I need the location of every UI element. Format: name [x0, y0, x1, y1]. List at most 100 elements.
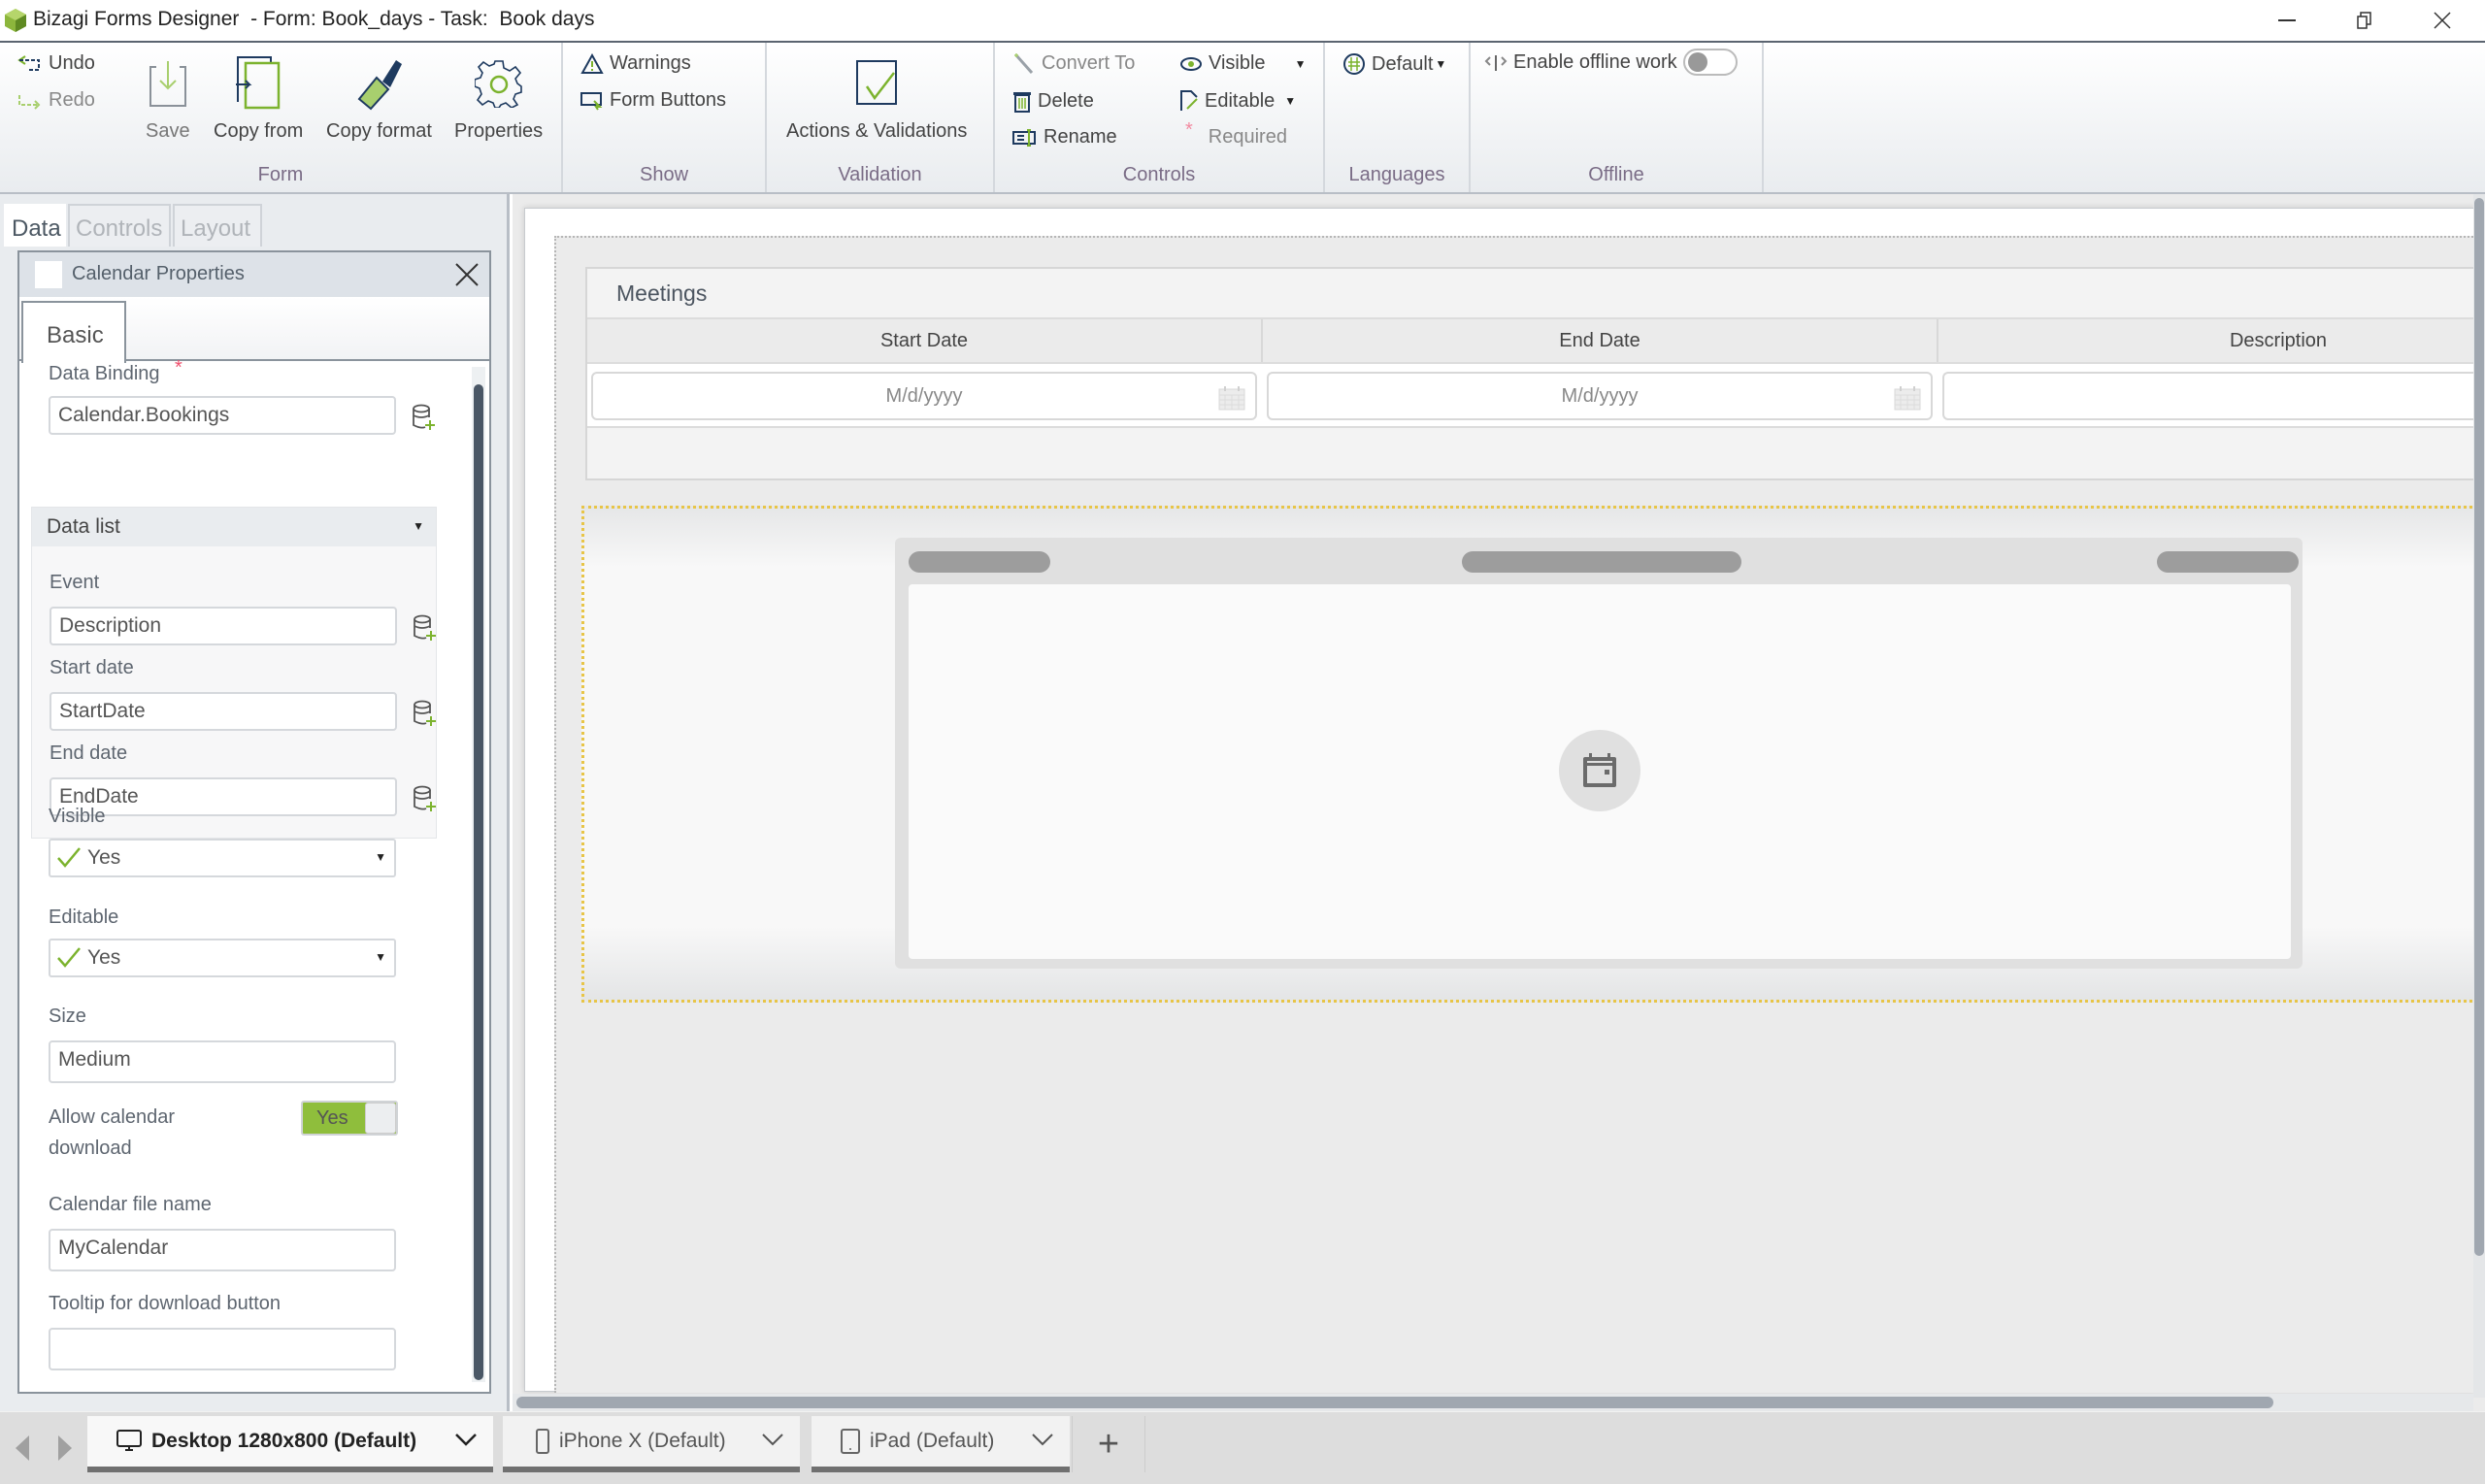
magic-wand-icon [1014, 52, 1034, 74]
copy-from-button[interactable]: Copy from [214, 52, 303, 143]
tab-controls[interactable]: Controls [68, 204, 171, 247]
data-binding-input[interactable]: Calendar.Bookings [49, 396, 396, 435]
canvas-horizontal-scrollbar[interactable] [513, 1394, 2473, 1411]
event-input[interactable]: Description [50, 607, 397, 645]
properties-tabstrip: Basic [19, 297, 489, 363]
tooltip-download-input[interactable] [49, 1328, 396, 1370]
checkbox-check-icon [856, 60, 898, 105]
calendar-icon[interactable] [1218, 385, 1245, 411]
monitor-icon [116, 1430, 142, 1451]
group-label-show: Show [639, 164, 689, 185]
left-pane: Data Controls Layout Calendar Properties… [0, 194, 510, 1411]
calendar-file-name-input[interactable]: MyCalendar [49, 1229, 396, 1271]
ribbon-group-show: Warnings Form Buttons Show [563, 43, 767, 192]
eye-icon [1180, 56, 1202, 71]
tab-data[interactable]: Data [4, 204, 66, 247]
properties-button[interactable]: Properties [454, 52, 543, 143]
editable-select[interactable]: Yes ▼ [49, 939, 396, 977]
tab-basic[interactable]: Basic [21, 301, 126, 363]
end-date-label: End date [50, 742, 128, 764]
database-add-icon[interactable] [413, 614, 436, 642]
tab-layout[interactable]: Layout [173, 204, 262, 247]
chevron-down-icon[interactable] [761, 1432, 784, 1447]
save-button[interactable]: Save [146, 52, 190, 143]
redo-button[interactable]: Redo [17, 89, 95, 112]
phone-icon [536, 1429, 549, 1454]
undo-button[interactable]: Undo [17, 52, 95, 75]
column-header-start-date[interactable]: Start Date [587, 319, 1263, 362]
properties-scrollbar[interactable] [472, 367, 485, 1382]
rename-button[interactable]: Rename [1012, 126, 1117, 148]
language-default-dropdown[interactable]: Default ▼ [1342, 52, 1446, 76]
restore-button[interactable] [2336, 4, 2394, 37]
visible-select[interactable]: Yes ▼ [49, 839, 396, 877]
scrollbar-thumb[interactable] [2474, 198, 2484, 1256]
form-buttons-button[interactable]: Form Buttons [580, 89, 726, 112]
grid-title: Meetings [616, 280, 708, 306]
ribbon-group-offline: Enable offline work Offline [1471, 43, 1764, 192]
device-tab-ipad[interactable]: iPad (Default) [812, 1416, 1070, 1472]
meetings-grid[interactable]: Meetings Start Date End Date Description… [585, 267, 2485, 480]
scrollbar-thumb[interactable] [474, 384, 483, 1380]
calendar-control[interactable] [581, 506, 2484, 1003]
offline-signal-icon [1484, 55, 1508, 71]
description-cell[interactable] [1942, 372, 2485, 420]
window-title: Bizagi Forms Designer - Form: Book_days … [33, 8, 595, 30]
visible-dropdown[interactable]: Visible ▼ [1179, 52, 1306, 75]
convert-to-button[interactable]: Convert To [1012, 52, 1135, 75]
chevron-down-icon[interactable] [1031, 1432, 1054, 1447]
device-tab-iphone[interactable]: iPhone X (Default) [503, 1416, 800, 1472]
grid-header: Start Date End Date Description [587, 317, 2478, 364]
start-date-cell[interactable]: M/d/yyyy [591, 372, 1257, 420]
properties-panel-title: Calendar Properties [72, 263, 245, 284]
allow-download-toggle[interactable]: Yes [301, 1101, 398, 1136]
check-icon [57, 947, 81, 968]
rename-icon [1012, 128, 1036, 147]
device-tab-desktop[interactable]: Desktop 1280x800 (Default) [87, 1416, 493, 1472]
scrollbar-thumb[interactable] [516, 1397, 2273, 1408]
calendar-icon[interactable] [1894, 385, 1921, 411]
calendar-title-placeholder [1462, 551, 1741, 573]
add-device-button[interactable]: + [1072, 1416, 1145, 1472]
data-binding-label: Data Binding [49, 363, 160, 384]
editable-dropdown[interactable]: Editable ▼ [1179, 89, 1296, 113]
chevron-down-icon[interactable] [454, 1432, 478, 1447]
delete-button[interactable]: Delete [1012, 89, 1094, 113]
paintbrush-icon [358, 60, 403, 111]
calendar-nav-placeholder [909, 551, 1050, 573]
size-input[interactable]: Medium [49, 1040, 396, 1083]
restore-icon [2357, 12, 2371, 29]
size-label: Size [49, 1006, 86, 1027]
copy-from-icon [236, 56, 281, 110]
calendar-icon [1583, 753, 1616, 787]
database-add-icon[interactable] [413, 785, 436, 812]
calendar-preview [895, 538, 2303, 969]
start-date-input[interactable]: StartDate [50, 692, 397, 731]
scroll-left-icon[interactable] [12, 1434, 35, 1463]
required-asterisk: * [175, 357, 182, 379]
end-date-cell[interactable]: M/d/yyyy [1267, 372, 1933, 420]
check-icon [57, 847, 81, 868]
copy-format-button[interactable]: Copy format [326, 52, 432, 143]
form-body: Meetings Start Date End Date Description… [554, 236, 2485, 1393]
database-add-icon[interactable] [412, 404, 435, 431]
column-header-end-date[interactable]: End Date [1263, 319, 1938, 362]
panel-icon [35, 261, 62, 288]
enable-offline-toggle[interactable]: Enable offline work [1484, 49, 1738, 76]
database-add-icon[interactable] [413, 700, 436, 727]
column-header-description[interactable]: Description [1938, 319, 2485, 362]
close-panel-button[interactable] [450, 258, 483, 291]
data-list-header[interactable]: Data list ▼ [32, 508, 436, 546]
calendar-badge [1559, 730, 1640, 811]
scroll-right-icon[interactable] [52, 1434, 76, 1463]
actions-validations-button[interactable]: Actions & Validations [786, 52, 967, 143]
required-button[interactable]: * Required [1185, 119, 1287, 148]
ribbon-group-validation: Actions & Validations Validation [767, 43, 995, 192]
warnings-button[interactable]: Warnings [580, 52, 691, 75]
allow-download-label-line2: download [49, 1138, 132, 1159]
minimize-button[interactable] [2258, 4, 2316, 37]
close-window-button[interactable] [2413, 4, 2471, 37]
offline-switch[interactable] [1682, 49, 1738, 76]
canvas-vertical-scrollbar[interactable] [2473, 194, 2485, 1398]
group-label-form: Form [257, 164, 304, 185]
